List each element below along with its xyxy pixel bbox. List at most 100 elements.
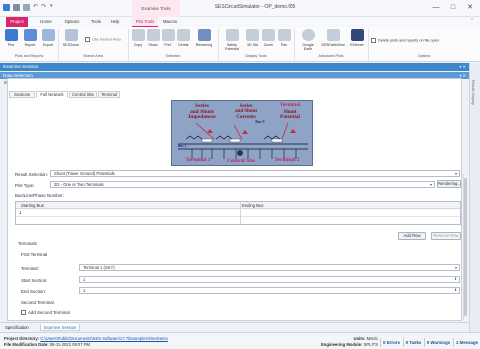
diagram-central-site: Central Site	[227, 158, 255, 164]
subtab-central-site[interactable]: Central Site	[69, 91, 97, 98]
open-icon[interactable]	[23, 4, 30, 11]
tab-specification[interactable]: Specification	[2, 324, 32, 331]
terminal-dropdown[interactable]: Terminal 1 (SKY) ▾	[79, 264, 460, 271]
show-label: Show	[148, 43, 158, 47]
scrollbar-thumb[interactable]	[464, 178, 467, 316]
units-value: Metric	[366, 336, 378, 341]
file-date-label: File Modification Date:	[4, 342, 49, 347]
3d-std-button[interactable]: 3D Std	[246, 29, 259, 51]
preferences-button[interactable]: Pref.	[162, 29, 175, 51]
eminner-icon	[350, 29, 364, 41]
separator	[58, 29, 59, 60]
group-selection: Selection	[165, 54, 181, 58]
tab-plot-tools[interactable]: Plot Tools	[132, 17, 158, 27]
export-icon	[41, 29, 55, 41]
units: Units: Metric	[300, 336, 378, 341]
export-label: Export	[42, 43, 54, 47]
end-section-stepper[interactable]: 1 ⬍	[79, 287, 460, 294]
delete-plots-label: Delete plots and reports on file open	[378, 38, 440, 43]
spin-arrows-icon[interactable]: ⬍	[454, 277, 457, 282]
remove-row-button[interactable]: Remove Row	[431, 232, 461, 240]
start-section-stepper[interactable]: 1 ⬍	[79, 276, 460, 283]
chevron-down-icon: ▾	[429, 182, 432, 187]
app-logo-icon	[3, 4, 10, 11]
report-button[interactable]: Report	[22, 29, 38, 51]
subtab-sections[interactable]: Sections	[9, 91, 35, 98]
bus-grid: Starting Bus Ending Bus 1	[15, 201, 461, 225]
pane-controls-icon[interactable]: ▾ ✕	[460, 63, 466, 71]
ribbon-collapse-icon[interactable]: ⌃	[470, 18, 474, 24]
maximize-button[interactable]: □	[447, 3, 459, 13]
zoom-area-icon	[262, 29, 275, 41]
results-display-tab[interactable]: Results Display	[471, 80, 475, 105]
table-row[interactable]: 1	[16, 209, 460, 217]
diagram-terminal-2: Terminal 2	[274, 157, 300, 163]
pan-button[interactable]: Pan	[278, 29, 291, 51]
plot-type-dropdown[interactable]: 2D - One or Two Terminals ▾	[50, 181, 435, 188]
report-icon	[23, 29, 37, 41]
result-selection-dropdown[interactable]: Shunt (Tower Ground) Potentials ▾	[50, 170, 460, 177]
copy-button[interactable]: Copy	[132, 29, 145, 51]
redo-icon[interactable]: ↷	[41, 3, 46, 10]
use-search-area-checkbox[interactable]: Use Search Area	[85, 37, 121, 42]
copy-label: Copy	[133, 43, 143, 47]
plot-icon	[4, 29, 18, 41]
safety-potential-button[interactable]: Safety Potential	[222, 29, 242, 51]
delete-plots-checkbox[interactable]: Delete plots and reports on file open	[371, 38, 439, 43]
sesearthview-label: SESEarthView	[321, 43, 345, 47]
export-button[interactable]: Export	[41, 29, 55, 51]
minimize-button[interactable]: —	[430, 3, 442, 13]
plot-button[interactable]: Plot	[4, 29, 18, 51]
warnings-button[interactable]: 0 Warnings	[424, 338, 452, 347]
examine-session-title: Examine Session	[3, 64, 39, 69]
terminal-label: Terminal:	[21, 266, 39, 271]
quick-access-dropdown-icon[interactable]: ▾	[50, 3, 53, 9]
close-button[interactable]: ✕	[464, 3, 476, 13]
earthview-icon	[326, 29, 340, 41]
terminals-label: Terminals	[18, 241, 37, 246]
result-selection-label: Result Selection:	[15, 172, 48, 177]
status-bar: Project Directory: C:\Users\Public\Docum…	[0, 332, 480, 349]
rendering-ribbon-button[interactable]: Rendering	[194, 29, 214, 51]
tab-tools[interactable]: Tools	[88, 17, 104, 27]
ribbon-tabs: Project Home Options Tools Help Plot Too…	[0, 17, 480, 27]
zoom-label: Zoom	[263, 43, 274, 47]
delete-button[interactable]: Delete	[177, 29, 190, 51]
plot-label: Plot	[7, 43, 15, 47]
project-directory-link[interactable]: C:\Users\Public\Documents\SES Software\1…	[40, 336, 168, 341]
save-icon[interactable]	[13, 4, 20, 11]
spin-arrows-icon[interactable]: ⬍	[454, 288, 457, 293]
undo-icon[interactable]: ↶	[33, 3, 38, 10]
eminner-label: EMInner	[350, 43, 364, 47]
column-divider	[240, 202, 241, 224]
messages-button[interactable]: 1 Message	[453, 338, 480, 347]
tab-project[interactable]: Project	[6, 17, 28, 27]
subtab-terminal[interactable]: Terminal	[98, 91, 120, 98]
zoom-button[interactable]: Zoom	[262, 29, 275, 51]
google-earth-button[interactable]: Google Earth	[298, 29, 318, 51]
tab-examine-session[interactable]: Examine Session	[40, 324, 81, 331]
add-row-button[interactable]: Add Row	[398, 232, 426, 240]
delete-icon	[177, 29, 190, 41]
subtab-full-network[interactable]: Full Network	[36, 91, 68, 98]
seszoom-button[interactable]: SESZoom	[62, 29, 80, 51]
result-selection-value: Shunt (Tower Ground) Potentials	[54, 171, 115, 176]
eminner-button[interactable]: EMInner	[348, 29, 366, 51]
add-second-terminal-checkbox[interactable]: Add Second Terminal	[21, 310, 70, 316]
file-date-value: 08-11-2022 09:07 PM	[49, 342, 91, 347]
show-button[interactable]: Show	[147, 29, 160, 51]
rendering-button[interactable]: Rendering...	[437, 180, 461, 188]
tab-help[interactable]: Help	[108, 17, 122, 27]
tasks-button[interactable]: 0 Tasks	[403, 338, 423, 347]
starting-bus-cell[interactable]: 1	[19, 210, 21, 215]
checkbox-box[interactable]	[21, 310, 26, 316]
tab-options[interactable]: Options	[62, 17, 82, 27]
tab-macros[interactable]: Macros	[160, 17, 180, 27]
diagram-text: Currents	[236, 114, 256, 120]
tab-home[interactable]: Home	[38, 17, 54, 27]
sesearthview-button[interactable]: SESEarthView	[321, 29, 345, 51]
delete-label: Delete	[178, 43, 189, 47]
diagram-shunt-potential: Shunt Potential	[268, 109, 312, 121]
app-window: ↶ ↷ ▾ Examine Tools SESCircuitSimulator …	[0, 0, 480, 349]
errors-button[interactable]: 0 Errors	[380, 338, 402, 347]
